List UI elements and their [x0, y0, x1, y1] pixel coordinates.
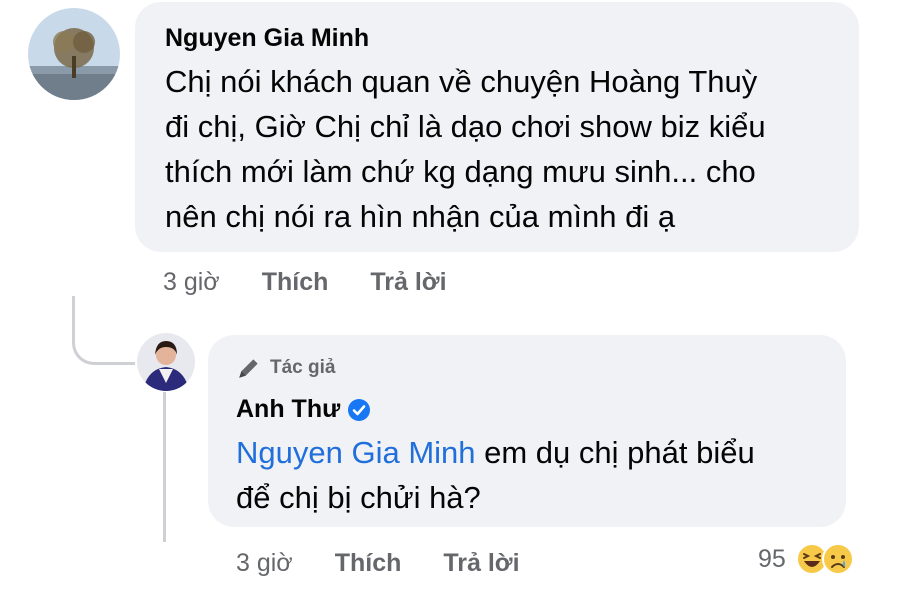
reply-line-1: Nguyen Gia Minh em dụ chị phát biểu — [236, 430, 755, 475]
comment-timestamp[interactable]: 3 giờ — [163, 268, 220, 297]
comment-line-2: đi chị, Giờ Chị chỉ là dạo chơi show biz… — [165, 109, 766, 144]
author-badge-label: Tác giả — [270, 357, 336, 378]
commenter-avatar[interactable] — [28, 8, 120, 100]
comment-line-3: thích mới làm chứ kg dạng mưu sinh... ch… — [165, 154, 756, 189]
comment-line-1: Chị nói khách quan về chuyện Hoàng Thuỳ — [165, 64, 758, 99]
reply-reply-button[interactable]: Trả lời — [443, 549, 519, 578]
thread-connector — [72, 296, 135, 365]
reaction-count: 95 — [758, 544, 786, 573]
reply-timestamp[interactable]: 3 giờ — [236, 549, 293, 578]
reply-line-2: để chị bị chửi hà? — [236, 480, 481, 515]
comment-like-button[interactable]: Thích — [262, 268, 329, 297]
mention-link[interactable]: Nguyen Gia Minh — [236, 435, 476, 470]
reply-like-button[interactable]: Thích — [335, 549, 402, 578]
comment-actions: 3 giờ Thích Trả lời — [163, 268, 489, 297]
sad-face-icon — [821, 543, 854, 575]
comment-reply-button[interactable]: Trả lời — [370, 268, 446, 297]
person-photo-icon — [137, 333, 195, 391]
replier-avatar[interactable] — [137, 333, 195, 391]
pen-icon — [239, 359, 258, 378]
comment-text: Chị nói khách quan về chuyện Hoàng Thuỳ … — [165, 59, 766, 239]
verified-badge-icon — [348, 398, 371, 421]
reply-line-1-text: em dụ chị phát biểu — [475, 435, 755, 470]
tree-photo-icon — [28, 8, 120, 100]
reply-text: Nguyen Gia Minh em dụ chị phát biểu để c… — [236, 430, 755, 520]
replier-name: Anh Thư — [236, 395, 371, 424]
reply-actions: 3 giờ Thích Trả lời — [236, 549, 562, 578]
replier-name-text[interactable]: Anh Thư — [236, 395, 340, 424]
author-badge: Tác giả — [236, 355, 335, 381]
commenter-name[interactable]: Nguyen Gia Minh — [165, 24, 369, 53]
reply-thread-line — [163, 392, 166, 542]
comment-line-4: nên chị nói ra hìn nhận của mình đi ạ — [165, 199, 676, 234]
reaction-summary[interactable]: 95 — [758, 543, 854, 575]
